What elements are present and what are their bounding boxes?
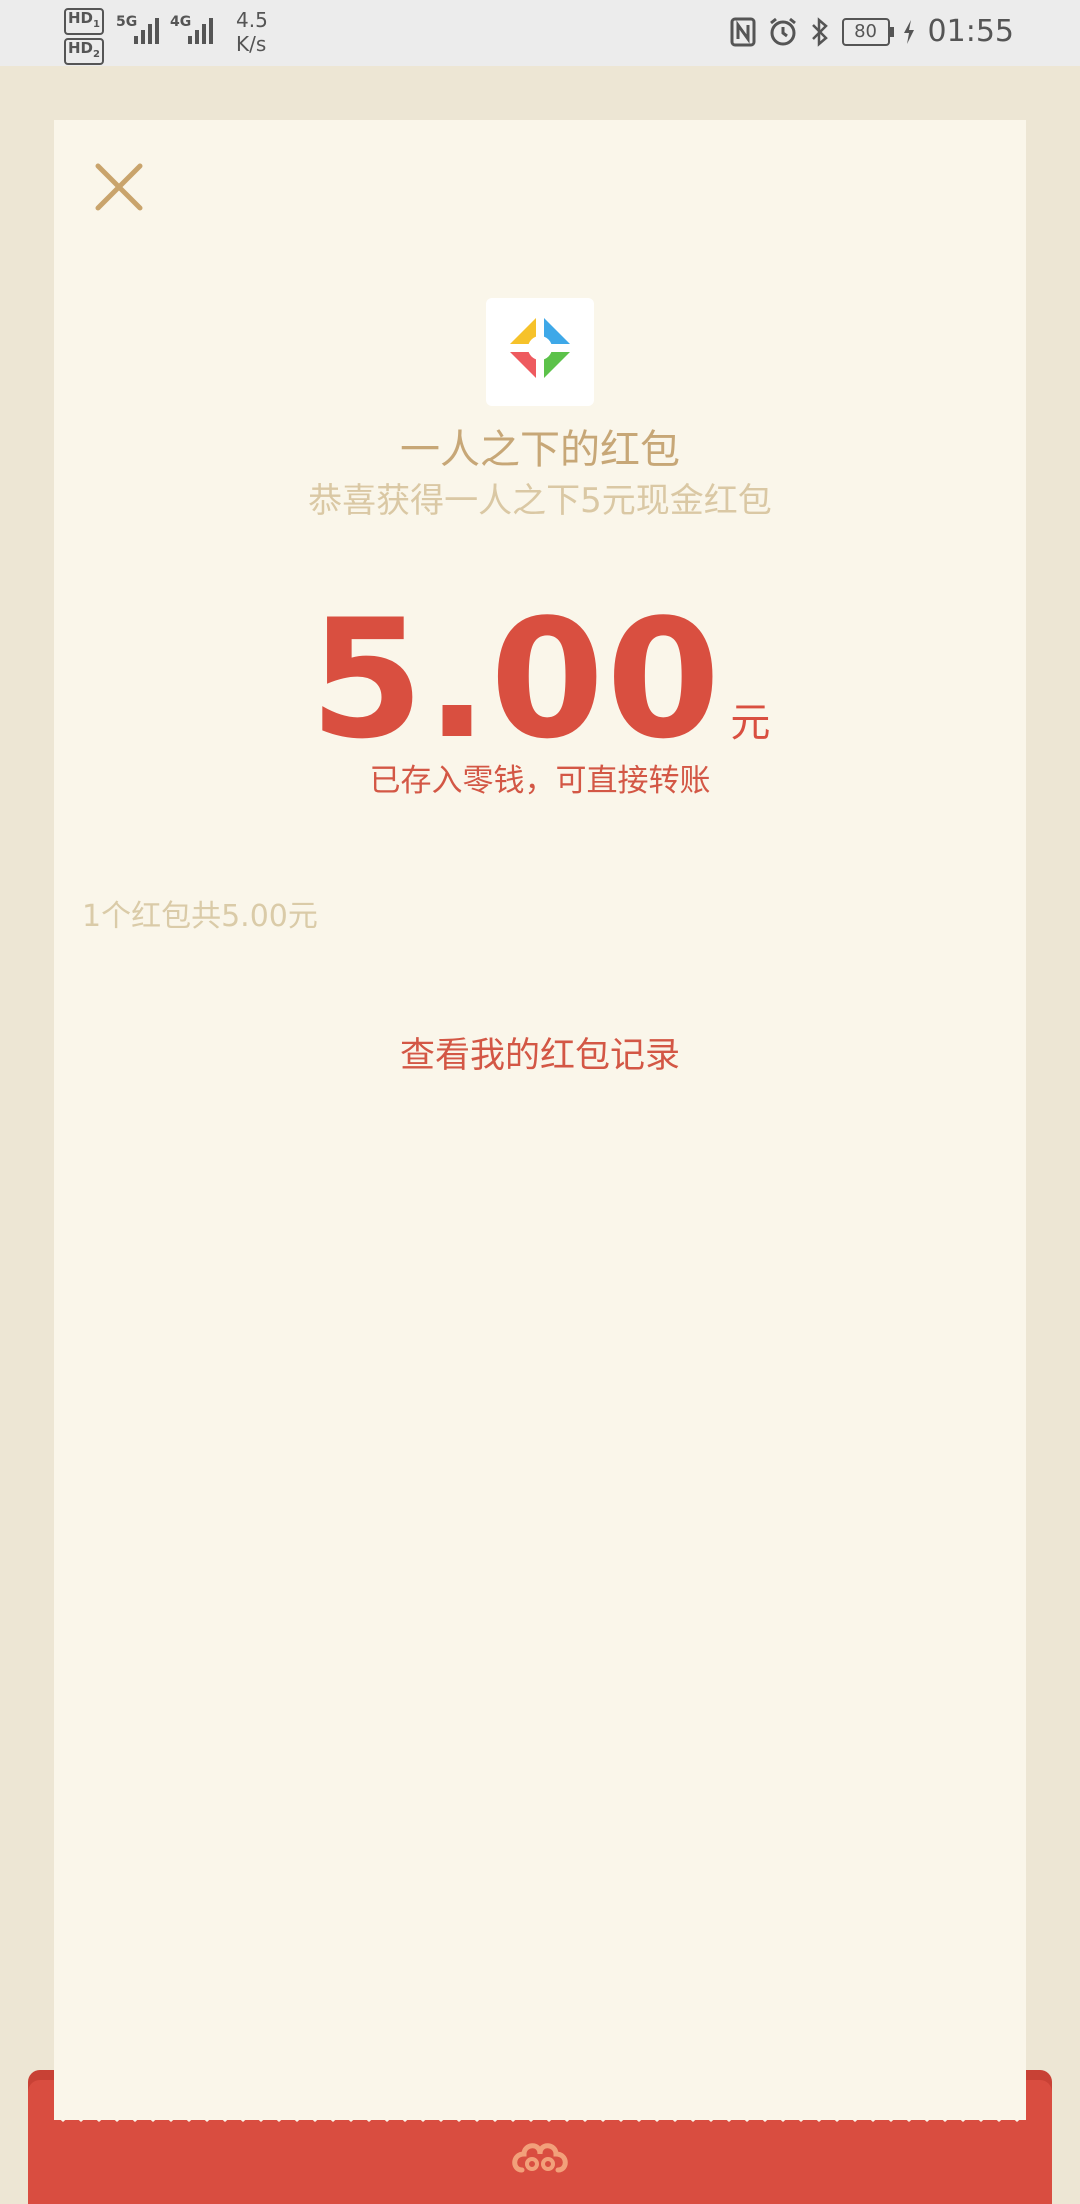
bluetooth-icon bbox=[811, 16, 828, 47]
amount-unit: 元 bbox=[730, 700, 771, 746]
packet-subtitle: 恭喜获得一人之下5元现金红包 bbox=[308, 481, 772, 521]
zigzag-edge bbox=[54, 2108, 1026, 2122]
alarm-icon bbox=[769, 17, 796, 45]
close-icon[interactable] bbox=[90, 158, 148, 216]
battery-level: 80 bbox=[854, 20, 877, 42]
hd1-label: HD bbox=[68, 9, 94, 27]
cloud-icon bbox=[512, 2143, 568, 2173]
amount-value: 5.00 bbox=[309, 584, 723, 775]
signal-2-icon bbox=[188, 16, 213, 44]
charging-icon bbox=[903, 19, 914, 44]
hd2-sub: 2 bbox=[93, 49, 100, 60]
hd1-sub: 1 bbox=[93, 19, 100, 30]
speed-value: 4.5 bbox=[236, 8, 268, 32]
packet-title: 一人之下的红包 bbox=[400, 427, 680, 473]
app-logo-icon bbox=[486, 298, 594, 406]
status-icons: 80 01:55 bbox=[730, 14, 1014, 49]
view-records-link[interactable]: 查看我的红包记录 bbox=[54, 1028, 1026, 1084]
hd-badge-2: HD2 bbox=[64, 38, 104, 65]
packet-summary: 1个红包共5.00元 bbox=[82, 899, 318, 934]
clock-time: 01:55 bbox=[927, 14, 1014, 49]
hd-badge-1: HD1 bbox=[64, 8, 104, 35]
nfc-icon bbox=[730, 17, 756, 46]
red-packet-detail-card: 一人之下的红包 恭喜获得一人之下5元现金红包 5.00 元 已存入零钱，可直接转账… bbox=[54, 120, 1026, 2120]
hd2-label: HD bbox=[68, 39, 94, 57]
stored-note: 已存入零钱，可直接转账 bbox=[369, 763, 711, 799]
speed-unit: K/s bbox=[236, 32, 267, 56]
signal-1-icon bbox=[134, 16, 159, 44]
amount-display: 5.00 元 bbox=[54, 590, 1026, 770]
status-bar: HD1 HD2 5G 4G 4.5 K/s 80 01:55 bbox=[0, 0, 1080, 66]
battery-icon: 80 bbox=[841, 17, 894, 46]
network-speed: 4.5 K/s bbox=[236, 8, 268, 56]
